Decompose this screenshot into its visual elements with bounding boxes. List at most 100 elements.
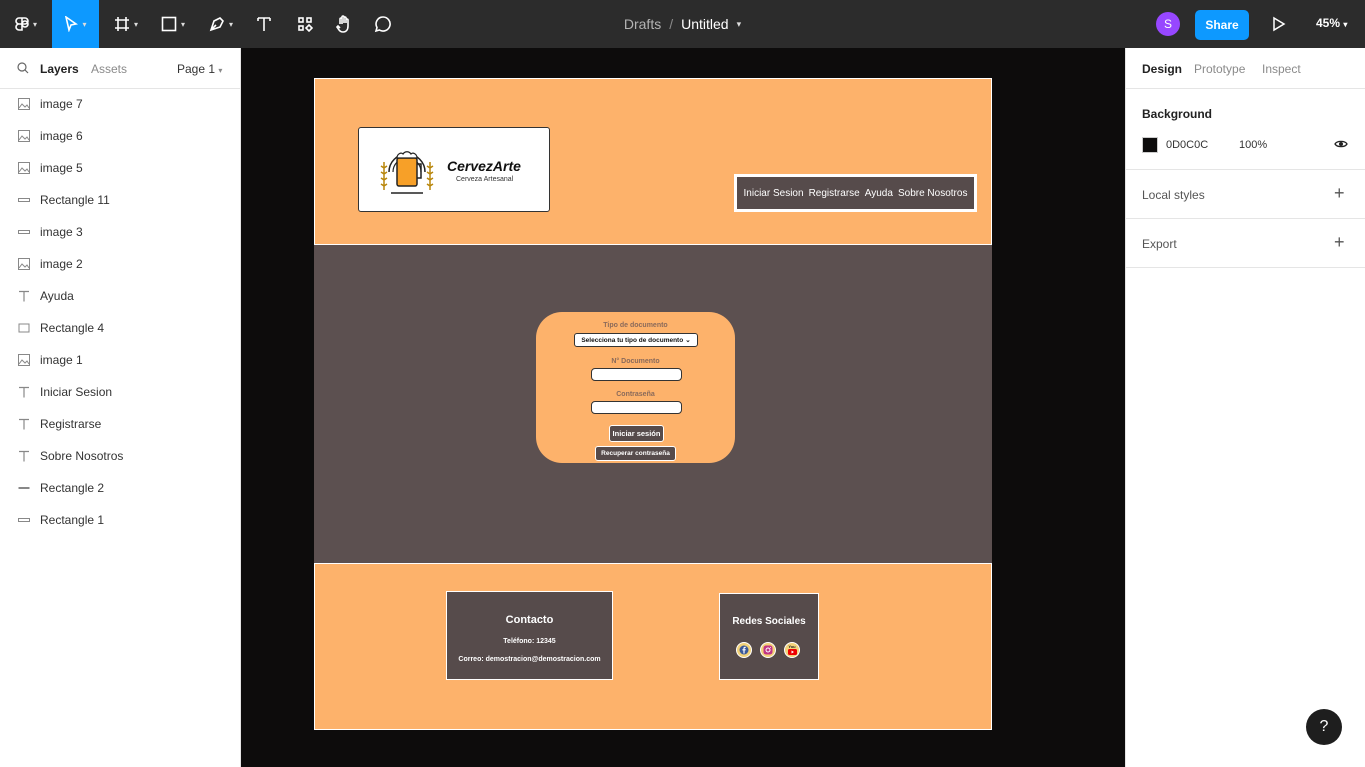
brand-tagline: Cerveza Artesanal [456, 176, 514, 183]
background-section: Background 0D0C0C 100% [1126, 89, 1365, 170]
layer-row[interactable]: image 6 [0, 120, 240, 152]
footer-rectangle[interactable]: Contacto Teléfono: 12345 Correo: demostr… [314, 563, 992, 730]
text-tool-button[interactable] [248, 0, 280, 48]
breadcrumb[interactable]: Drafts [624, 16, 661, 32]
text-icon [257, 17, 271, 31]
layer-row[interactable]: Rectangle 1 [0, 504, 240, 536]
local-styles-title: Local styles [1142, 188, 1205, 202]
comment-icon [374, 16, 391, 33]
share-button[interactable]: Share [1195, 10, 1249, 40]
layer-row[interactable]: Iniciar Sesion [0, 376, 240, 408]
layer-row[interactable]: image 1 [0, 344, 240, 376]
nav-registrarse[interactable]: Registrarse [809, 188, 860, 199]
chevron-down-icon: ▾ [133, 19, 138, 29]
shape-tool-button[interactable]: ▾ [152, 0, 194, 48]
properties-panel: Design Prototype Inspect Background 0D0C… [1125, 48, 1365, 767]
recover-password-button[interactable]: Recuperar contraseña [595, 446, 676, 461]
nav-sobre-nosotros[interactable]: Sobre Nosotros [898, 188, 967, 199]
rectangle-icon [161, 16, 177, 32]
nav-ayuda[interactable]: Ayuda [865, 188, 893, 199]
layer-row[interactable]: image 3 [0, 216, 240, 248]
background-opacity-input[interactable]: 100% [1239, 139, 1267, 151]
avatar[interactable]: S [1156, 12, 1180, 36]
chevron-down-icon[interactable]: ▾ [737, 19, 742, 30]
layer-row[interactable]: image 2 [0, 248, 240, 280]
image-icon [18, 98, 30, 110]
right-panel-tabs: Design Prototype Inspect [1126, 48, 1365, 89]
layer-row[interactable]: image 5 [0, 152, 240, 184]
facebook-icon[interactable] [736, 642, 752, 658]
layer-row[interactable]: image 7 [0, 88, 240, 120]
main-menu-button[interactable]: ▾ [0, 0, 52, 48]
search-icon[interactable] [17, 62, 29, 77]
social-box[interactable]: Redes Sociales You [719, 593, 819, 680]
breadcrumb-separator: / [669, 16, 674, 32]
contact-box[interactable]: Contacto Teléfono: 12345 Correo: demostr… [446, 591, 613, 680]
doc-type-select-value: Selecciona tu tipo de documento [581, 336, 684, 344]
nav-bar: Iniciar Sesion Registrarse Ayuda Sobre N… [734, 174, 977, 212]
chevron-down-icon: ▾ [180, 19, 185, 29]
layer-row[interactable]: Rectangle 4 [0, 312, 240, 344]
background-title: Background [1142, 107, 1213, 121]
hand-icon [336, 15, 349, 33]
zoom-menu[interactable]: 45% ▾ [1316, 16, 1347, 30]
hand-tool-button[interactable] [328, 0, 360, 48]
plus-icon[interactable]: + [1334, 183, 1345, 204]
layer-name: Registrarse [40, 417, 102, 431]
rectangle-icon [18, 322, 30, 334]
login-form[interactable]: Tipo de documento Selecciona tu tipo de … [536, 312, 735, 463]
background-hex-input[interactable]: 0D0C0C [1166, 139, 1208, 151]
present-button[interactable] [1268, 14, 1288, 34]
tab-prototype[interactable]: Prototype [1194, 62, 1245, 76]
page-selector[interactable]: Page 1 ▾ [177, 62, 222, 76]
layer-name: image 2 [40, 257, 83, 271]
frame-tool-button[interactable]: ▾ [106, 0, 146, 48]
line-icon [18, 482, 30, 494]
chevron-down-icon: ⌄ [685, 337, 691, 344]
layer-row[interactable]: Ayuda [0, 280, 240, 312]
move-tool-button[interactable]: ▾ [52, 0, 99, 48]
tab-design[interactable]: Design [1142, 62, 1182, 76]
layer-row[interactable]: Rectangle 11 [0, 184, 240, 216]
resources-tool-button[interactable] [289, 0, 321, 48]
chevron-down-icon: ▾ [218, 66, 223, 75]
image-icon [18, 258, 30, 270]
doc-number-input[interactable] [591, 368, 682, 381]
chevron-down-icon: ▾ [32, 19, 37, 29]
chevron-down-icon: ▾ [228, 19, 233, 29]
layer-row[interactable]: Sobre Nosotros [0, 440, 240, 472]
rectangle-icon [18, 514, 30, 526]
file-name[interactable]: Untitled [681, 16, 728, 32]
tab-layers[interactable]: Layers [40, 62, 79, 76]
tab-inspect[interactable]: Inspect [1262, 62, 1301, 76]
chevron-down-icon: ▾ [82, 19, 87, 29]
plus-icon[interactable]: + [1334, 232, 1345, 253]
pen-tool-button[interactable]: ▾ [200, 0, 242, 48]
doc-type-select[interactable]: Selecciona tu tipo de documento ⌄ [574, 333, 698, 347]
nav-iniciar-sesion[interactable]: Iniciar Sesion [744, 188, 804, 199]
canvas[interactable]: CervezArte Cerveza Artesanal Iniciar Ses… [241, 48, 1125, 767]
layer-name: Rectangle 4 [40, 321, 105, 335]
contact-title: Contacto [505, 614, 554, 626]
image-icon [18, 130, 30, 142]
header-rectangle[interactable]: CervezArte Cerveza Artesanal Iniciar Ses… [314, 78, 992, 245]
password-input[interactable] [591, 401, 682, 414]
frame-icon [114, 17, 129, 31]
zoom-level: 45% [1316, 16, 1341, 30]
background-color-swatch[interactable] [1142, 137, 1158, 153]
cursor-icon [65, 16, 79, 32]
pen-icon [209, 17, 224, 32]
design-frame[interactable]: CervezArte Cerveza Artesanal Iniciar Ses… [314, 78, 992, 730]
layer-row[interactable]: Registrarse [0, 408, 240, 440]
comment-tool-button[interactable] [367, 0, 399, 48]
contact-phone: Teléfono: 12345 [503, 638, 556, 645]
youtube-icon[interactable]: You [784, 642, 800, 658]
logo-image[interactable]: CervezArte Cerveza Artesanal [358, 127, 550, 212]
eye-icon[interactable] [1334, 137, 1348, 154]
doc-number-label: N° Documento [611, 358, 660, 365]
login-button[interactable]: Iniciar sesión [609, 425, 664, 442]
tab-assets[interactable]: Assets [91, 62, 127, 76]
help-button[interactable]: ? [1306, 709, 1342, 745]
layer-row[interactable]: Rectangle 2 [0, 472, 240, 504]
instagram-icon[interactable] [760, 642, 776, 658]
